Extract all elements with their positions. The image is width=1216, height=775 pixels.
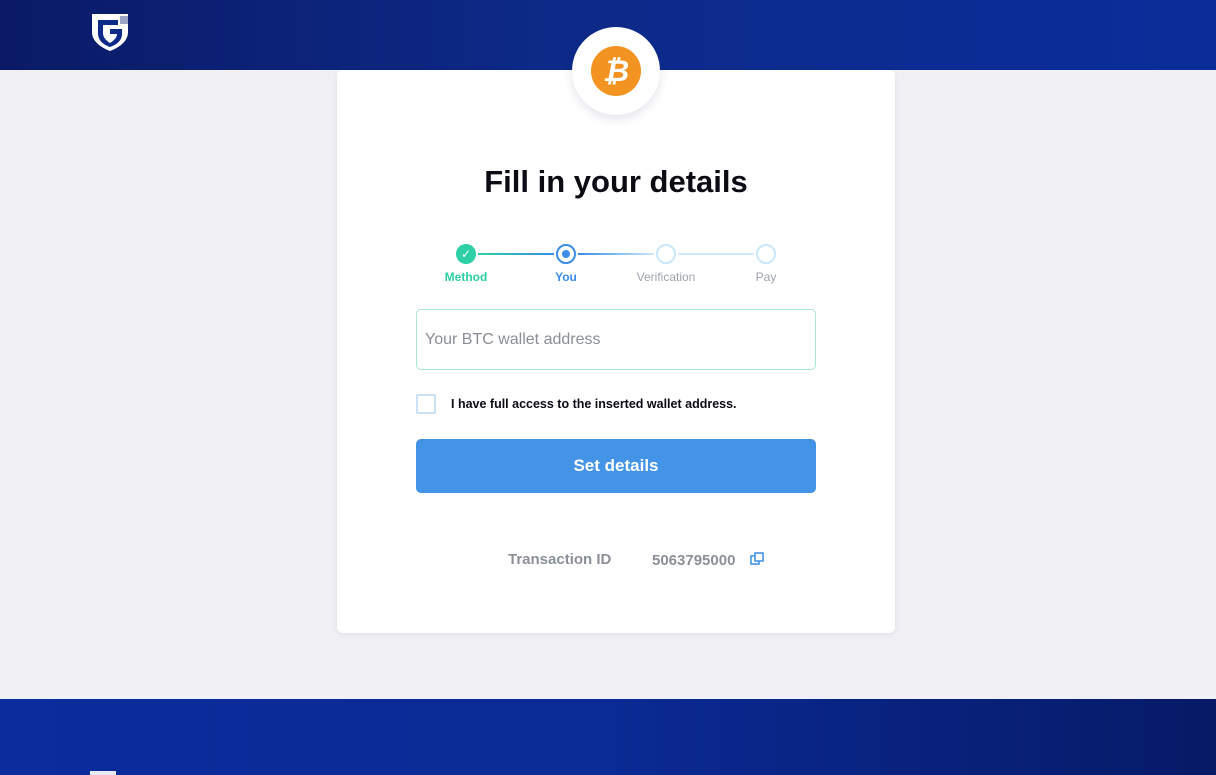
wallet-address-input[interactable] — [416, 309, 816, 370]
stepper-connector — [678, 253, 754, 255]
set-details-button[interactable]: Set details — [416, 439, 816, 493]
step-pay-dot — [756, 244, 776, 264]
transaction-id-label: Transaction ID — [508, 551, 612, 568]
stepper-connector — [578, 253, 654, 255]
step-label-you: You — [555, 270, 577, 284]
step-label-method: Method — [444, 270, 488, 284]
wallet-access-checkbox[interactable] — [416, 394, 436, 414]
step-you-dot — [556, 244, 576, 264]
page-title: Fill in your details — [484, 164, 748, 199]
step-verification-dot — [656, 244, 676, 264]
guardarian-shield-icon[interactable] — [90, 12, 130, 52]
copy-icon[interactable] — [750, 552, 764, 566]
transaction-id-value: 5063795000 — [652, 552, 736, 569]
stepper-connector — [478, 253, 554, 255]
step-label-pay: Pay — [755, 270, 777, 284]
footer-logo-icon — [90, 771, 116, 775]
coin-badge: ₿ — [572, 27, 660, 115]
step-label-verification: Verification — [636, 270, 696, 284]
wallet-access-label: I have full access to the inserted walle… — [451, 397, 737, 411]
bitcoin-icon: ₿ — [591, 46, 641, 96]
footer — [0, 699, 1216, 775]
step-method-check-icon: ✓ — [456, 244, 476, 264]
